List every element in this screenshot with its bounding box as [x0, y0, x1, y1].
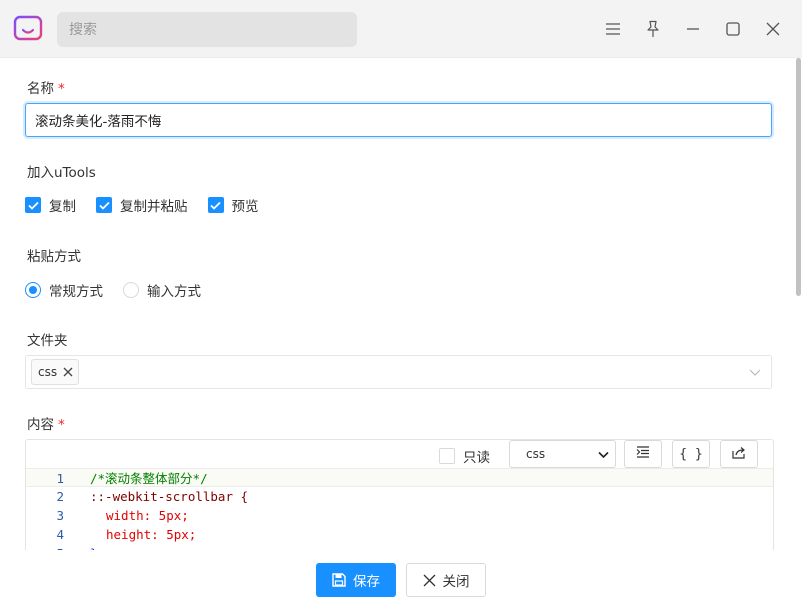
- indent-button[interactable]: [624, 440, 662, 468]
- content-label: 内容 *: [27, 413, 65, 433]
- line-number: 3: [56, 508, 64, 523]
- checkbox-label: 预览: [231, 199, 259, 215]
- readonly-label: 只读: [463, 450, 490, 466]
- tag-remove-icon[interactable]: [63, 367, 73, 377]
- required-mark: *: [58, 81, 65, 97]
- line-text: width: 5px;: [106, 508, 189, 523]
- code-line: 3 width: 5px;: [26, 506, 773, 525]
- line-text: ::-webkit-scrollbar {: [90, 489, 249, 504]
- share-icon: [732, 446, 746, 463]
- line-text: /*滚动条整体部分*/: [90, 471, 208, 486]
- line-number: 2: [56, 489, 64, 504]
- language-select[interactable]: css: [509, 440, 616, 468]
- line-text: height: 5px;: [106, 527, 197, 542]
- checkbox-checked-icon: [25, 197, 41, 213]
- close-button[interactable]: 关闭: [406, 563, 486, 597]
- radio-unselected-icon: [123, 282, 139, 298]
- name-field-value: 滚动条美化-落雨不悔: [35, 114, 162, 130]
- checkbox-copy[interactable]: 复制: [25, 195, 76, 215]
- code-editor[interactable]: 只读 css { } 1 /*滚动条整体部分*/ 2 ::-webkit-scr…: [25, 439, 774, 550]
- scrollbar-thumb[interactable]: [796, 58, 801, 296]
- feature-checkboxes: 复制 复制并粘贴 预览: [25, 195, 279, 215]
- save-label: 保存: [353, 574, 380, 590]
- folder-select[interactable]: css: [25, 355, 772, 389]
- close-label: 关闭: [442, 574, 470, 590]
- form-area: 名称 * 滚动条美化-落雨不悔 加入uTools 复制 复制并粘贴 预览 粘贴方式…: [0, 58, 794, 550]
- code-lines: 1 /*滚动条整体部分*/ 2 ::-webkit-scrollbar { 3 …: [26, 468, 773, 550]
- paste-mode-label: 粘贴方式: [27, 249, 81, 265]
- scrollbar[interactable]: [796, 58, 802, 550]
- pin-icon[interactable]: [638, 14, 668, 44]
- checkbox-checked-icon: [96, 197, 112, 213]
- maximize-icon[interactable]: [718, 14, 748, 44]
- app-logo-icon[interactable]: [12, 12, 44, 44]
- search-box[interactable]: [57, 12, 357, 47]
- title-bar: [0, 0, 802, 58]
- radio-label: 常规方式: [49, 284, 103, 300]
- name-label: 名称 *: [27, 77, 65, 97]
- required-mark: *: [58, 417, 65, 433]
- footer-bar: 保存 关闭: [0, 550, 794, 608]
- add-utools-label: 加入uTools: [27, 165, 96, 181]
- folder-label: 文件夹: [27, 333, 68, 349]
- code-line: 2 ::-webkit-scrollbar {: [26, 487, 773, 506]
- save-button[interactable]: 保存: [316, 563, 396, 597]
- content-label-text: 内容: [27, 417, 54, 433]
- radio-selected-icon: [25, 282, 41, 298]
- language-value: css: [526, 447, 546, 461]
- folder-tag: css: [31, 359, 80, 385]
- menu-icon[interactable]: [598, 14, 628, 44]
- checkbox-checked-icon: [207, 197, 224, 213]
- format-button[interactable]: { }: [672, 440, 710, 468]
- radio-label: 输入方式: [147, 284, 201, 300]
- name-label-text: 名称: [27, 81, 54, 97]
- editor-toolbar: 只读 css { }: [26, 440, 773, 470]
- code-line: 1 /*滚动条整体部分*/: [26, 468, 773, 487]
- save-icon: [332, 573, 346, 587]
- minimize-icon[interactable]: [678, 14, 708, 44]
- code-line: 4 height: 5px;: [26, 525, 773, 544]
- paste-mode-radios: 常规方式 输入方式: [25, 280, 221, 300]
- share-button[interactable]: [720, 440, 758, 468]
- radio-input[interactable]: 输入方式: [123, 280, 201, 300]
- close-icon: [423, 574, 436, 587]
- folder-tag-label: css: [38, 365, 58, 379]
- checkbox-label: 复制: [49, 199, 76, 215]
- checkbox-label: 复制并粘贴: [120, 199, 188, 215]
- chevron-down-icon: [598, 449, 609, 463]
- checkbox-unchecked-icon: [439, 448, 455, 464]
- line-number: 1: [56, 471, 64, 486]
- line-number: 4: [56, 527, 64, 542]
- indent-icon: [636, 446, 650, 462]
- readonly-checkbox[interactable]: 只读: [439, 446, 490, 466]
- name-field[interactable]: 滚动条美化-落雨不悔: [25, 103, 772, 137]
- checkbox-copy-paste[interactable]: 复制并粘贴: [96, 195, 188, 215]
- search-input[interactable]: [69, 21, 345, 38]
- radio-normal[interactable]: 常规方式: [25, 280, 103, 300]
- checkbox-preview[interactable]: 预览: [207, 195, 259, 215]
- close-icon[interactable]: [758, 14, 788, 44]
- chevron-down-icon[interactable]: [749, 366, 761, 382]
